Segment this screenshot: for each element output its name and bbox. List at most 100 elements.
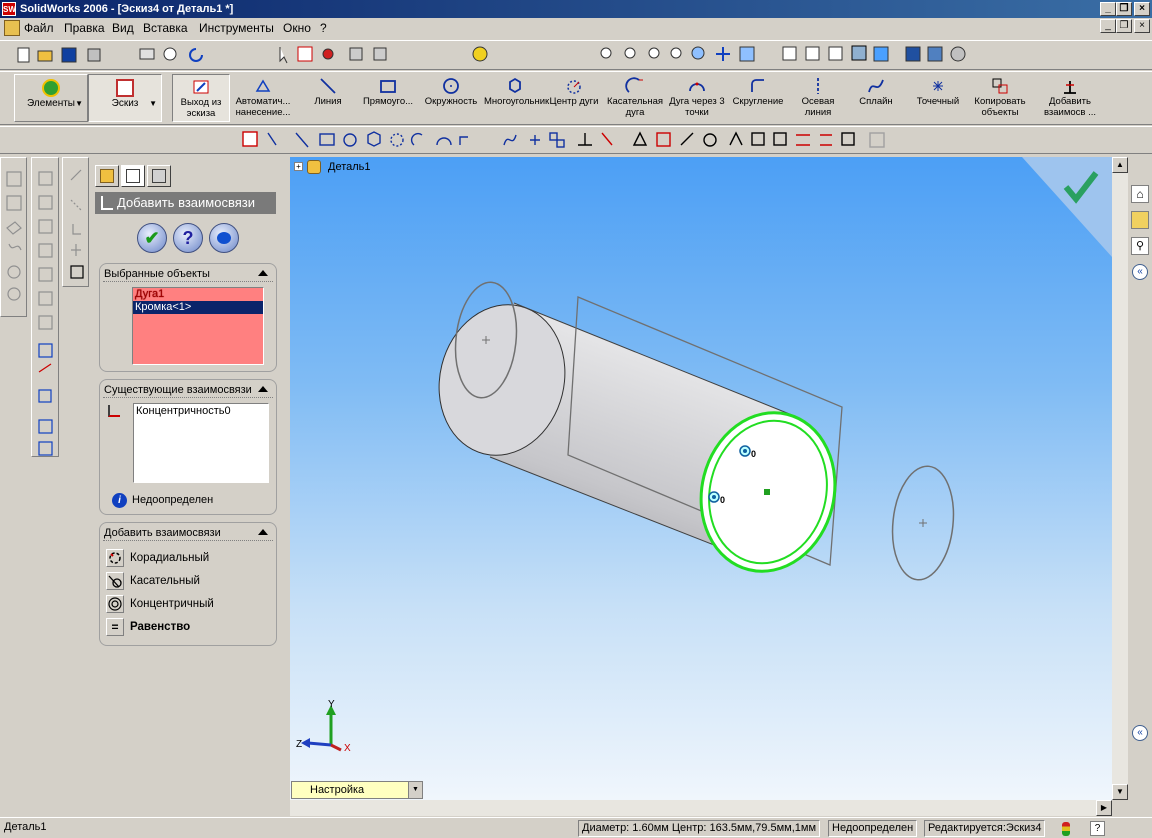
command-label: Дуга через 3 точки — [669, 96, 725, 118]
status-state: Недоопределен — [828, 820, 918, 837]
concentric-option[interactable]: Концентричный — [106, 595, 214, 613]
command-spline-button[interactable]: Сплайн — [850, 74, 902, 122]
list-item[interactable]: Дуга1 — [133, 288, 263, 301]
detailed-preview-button[interactable] — [209, 223, 239, 253]
doc-minimize-button[interactable]: _ — [1100, 19, 1116, 33]
add-relations-group: Добавить взаимосвязи Корадиальный Касате… — [99, 522, 277, 646]
command-smart-dimension-button[interactable]: Автоматич... нанесение... — [232, 74, 294, 122]
add-relation-icon — [101, 196, 113, 210]
collapse-pane-icon[interactable]: « — [1132, 725, 1148, 741]
configuration-dropdown[interactable]: Настройка ▼ — [291, 781, 423, 799]
list-item-selected[interactable]: Кромка<1> — [133, 301, 263, 314]
sketch-icon — [116, 79, 134, 97]
sketch-tab-button[interactable]: Эскиз ▼ — [88, 74, 162, 122]
command-polygon-button[interactable]: Многоугольник — [484, 74, 550, 122]
close-button[interactable]: × — [1134, 2, 1150, 16]
property-manager-title: Добавить взаимосвязи — [95, 192, 276, 214]
menu-view[interactable]: Вид — [112, 21, 134, 35]
command-fillet-button[interactable]: Скругление — [730, 74, 786, 122]
selected-objects-list[interactable]: Дуга1 Кромка<1> — [132, 287, 264, 365]
scroll-up-button[interactable]: ▲ — [1112, 157, 1128, 173]
sketch-toolbar-icons — [242, 131, 885, 148]
command-centerpoint-arc-button[interactable]: Центр дуги — [546, 74, 602, 122]
scroll-right-button[interactable]: ▶ — [1096, 800, 1112, 816]
features-dropdown-arrow[interactable]: ▼ — [75, 99, 83, 108]
document-icon[interactable] — [4, 20, 20, 36]
menu-help[interactable]: ? — [320, 21, 327, 35]
command-line-button[interactable]: Линия — [302, 74, 354, 122]
axis-label-z: Z — [296, 739, 302, 750]
line-icon — [302, 74, 354, 96]
rectangle-icon — [360, 74, 416, 96]
feature-manager-tab[interactable] — [95, 165, 119, 187]
model-canvas[interactable]: 0 0 Y Z X — [290, 157, 1112, 800]
command-centerline-button[interactable]: Осевая линия — [790, 74, 846, 122]
menu-edit[interactable]: Правка — [64, 21, 105, 35]
polygon-icon — [484, 74, 546, 96]
menu-window[interactable]: Окно — [283, 21, 311, 35]
menu-file[interactable]: Файл — [24, 21, 54, 35]
command-label: Прямоуго... — [362, 96, 414, 107]
dropdown-arrow-icon[interactable]: ▼ — [408, 782, 422, 798]
ok-button[interactable]: ✔ — [137, 223, 167, 253]
help-status-icon[interactable]: ? — [1090, 821, 1105, 836]
copy-entities-icon — [970, 74, 1030, 96]
command-copy-entities-button[interactable]: Копировать объекты — [970, 74, 1030, 122]
sketch-dropdown-arrow[interactable]: ▼ — [149, 99, 157, 108]
library-icon[interactable] — [1131, 211, 1149, 229]
property-icon — [126, 169, 140, 183]
home-icon[interactable]: ⌂ — [1131, 185, 1149, 203]
command-add-relation-button[interactable]: Добавить взаимосв ... — [1040, 74, 1100, 122]
features-tab-button[interactable]: Элементы ▼ — [14, 74, 88, 122]
collapse-selected-caret[interactable] — [258, 270, 268, 276]
task-pane-bar: ⌂ ⚲ « « — [1128, 157, 1152, 817]
preview-icon — [217, 232, 231, 244]
property-manager-tab[interactable] — [121, 165, 145, 187]
command-circle-button[interactable]: Окружность — [422, 74, 480, 122]
horizontal-scrollbar[interactable]: ▶ — [290, 800, 1112, 816]
scroll-down-button[interactable]: ▼ — [1112, 784, 1128, 800]
axis-triad: Y Z X — [296, 699, 351, 754]
configuration-manager-tab[interactable] — [147, 165, 171, 187]
command-rectangle-button[interactable]: Прямоуго... — [360, 74, 416, 122]
doc-close-button[interactable]: × — [1134, 19, 1150, 33]
help-button[interactable]: ? — [173, 223, 203, 253]
command-three-point-arc-button[interactable]: Дуга через 3 точки — [668, 74, 726, 122]
equal-option[interactable]: = Равенство — [106, 618, 190, 636]
smart-dimension-icon — [232, 74, 294, 96]
existing-relations-group: Существующие взаимосвязи Концентричность… — [99, 379, 277, 515]
doc-restore-button[interactable]: ❐ — [1116, 19, 1132, 33]
collapse-add-caret[interactable] — [258, 529, 268, 535]
vertical-scrollbar[interactable]: ▲ ▼ — [1112, 157, 1128, 800]
menu-insert[interactable]: Вставка — [143, 21, 188, 35]
graphics-viewport[interactable]: + Деталь1 0 0 Y Z X Настройка ▼ — [290, 157, 1112, 800]
left-ref-toolbar — [31, 157, 59, 457]
definition-status: Недоопределен — [132, 494, 214, 506]
search-icon[interactable]: ⚲ — [1131, 237, 1149, 255]
restore-button[interactable]: ❐ — [1116, 2, 1132, 16]
marker-label: 0 — [751, 449, 756, 459]
command-label: Сплайн — [859, 96, 893, 107]
coradial-option[interactable]: Корадиальный — [106, 549, 209, 567]
tangent-option[interactable]: Касательный — [106, 572, 200, 590]
command-exit-sketch-button[interactable]: Выход из эскиза — [172, 74, 230, 122]
menu-tools[interactable]: Инструменты — [199, 21, 274, 35]
three-point-arc-icon — [668, 74, 726, 96]
tangent-icon — [106, 572, 124, 590]
add-relations-header: Добавить взаимосвязи — [104, 527, 221, 539]
list-item[interactable]: Концентричность0 — [134, 404, 268, 418]
standard-toolbar-icons — [17, 45, 966, 64]
minimize-button[interactable]: _ — [1100, 2, 1116, 16]
expand-pane-icon[interactable]: « — [1132, 264, 1148, 280]
sketch-tools-icons — [70, 169, 84, 279]
command-label: Окружность — [424, 96, 478, 107]
marker-label: 0 — [720, 495, 725, 505]
command-point-button[interactable]: Точечный — [910, 74, 966, 122]
command-tangent-arc-button[interactable]: Касательная дуга — [606, 74, 664, 122]
coradial-icon — [106, 549, 124, 567]
existing-relations-list[interactable]: Концентричность0 — [133, 403, 269, 483]
command-label: Многоугольник — [484, 96, 550, 107]
relation-icon — [108, 405, 120, 417]
axis-label-y: Y — [328, 699, 335, 710]
collapse-existing-caret[interactable] — [258, 386, 268, 392]
